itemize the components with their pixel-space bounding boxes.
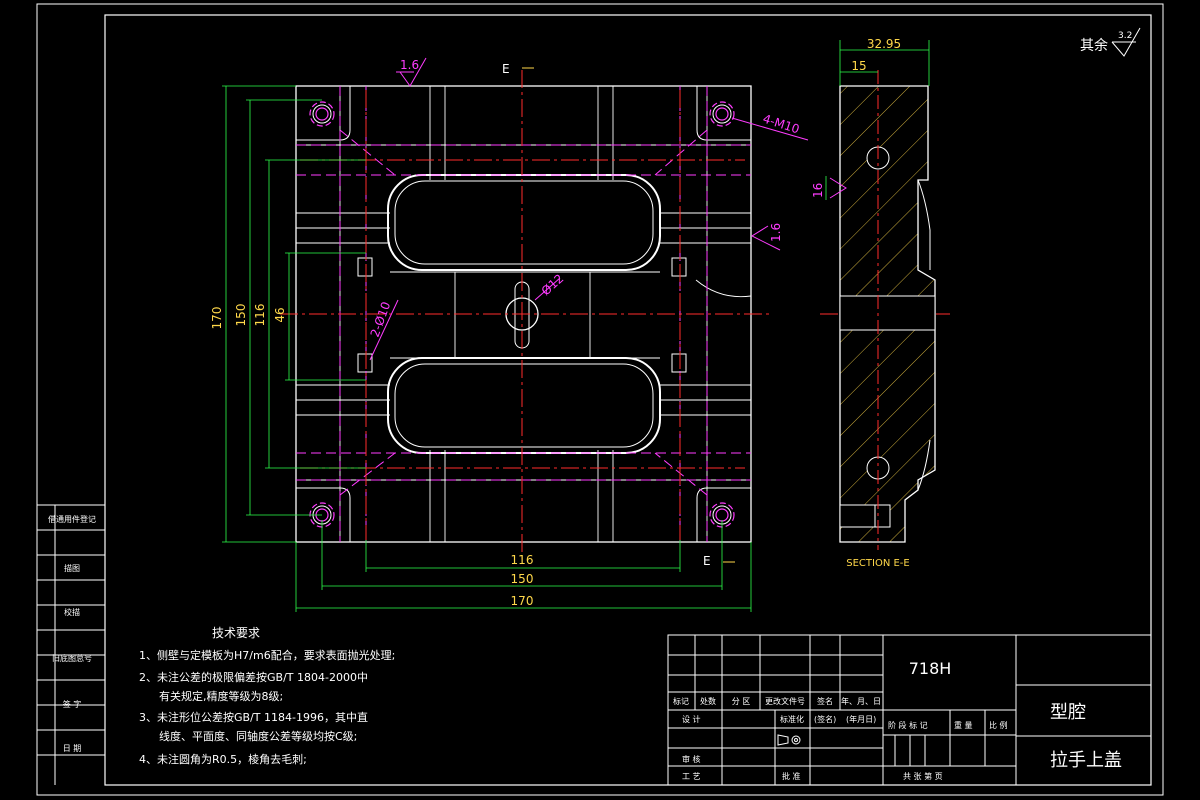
notes-heading: 技术要求 <box>212 626 260 640</box>
dim-width-170: 170 <box>511 594 534 608</box>
technical-notes: 技术要求 1、侧壁与定模板为H7/m6配合，要求表面抛光处理; 2、未注公差的极… <box>139 626 395 766</box>
section-marker-bottom: E <box>703 554 711 568</box>
review-label: 审 核 <box>682 754 701 764</box>
section-caption: SECTION E-E <box>846 558 909 569</box>
surface-finish-label: 其余 <box>1080 37 1108 54</box>
weight-label: 重 量 <box>954 720 973 730</box>
standardize-label: 标准化 <box>780 714 804 724</box>
finish-top-label: 1.6 <box>400 58 419 72</box>
strip-label-1: 描图 <box>64 563 80 573</box>
header-zone: 分 区 <box>732 697 751 706</box>
strip-label-4: 签 字 <box>63 699 82 709</box>
horizontal-dimensions: 116 150 170 <box>295 520 752 612</box>
design-label: 设 计 <box>682 714 701 724</box>
strip-label-3: 旧底图总号 <box>52 653 92 663</box>
title-block-text: 718H 型腔 拉手上盖 标记 处数 分 区 更改文件号 签名 年、月、日 设 … <box>673 659 1122 781</box>
note-line-3: 有关规定,精度等级为8级; <box>159 689 283 703</box>
header-signature: 签名 <box>817 696 833 706</box>
dim-height-116: 116 <box>253 304 267 327</box>
note-line-2: 2、未注公差的极限偏差按GB/T 1804-2000中 <box>139 670 368 684</box>
section-marker-top: E <box>502 62 510 76</box>
scale-label: 比 例 <box>989 720 1008 730</box>
dim-height-170: 170 <box>210 307 224 330</box>
approve-label: 批 准 <box>782 771 801 781</box>
surface-finish-note: 其余 3.2 <box>1080 27 1141 57</box>
note-line-1: 1、侧壁与定模板为H7/m6配合，要求表面抛光处理; <box>139 648 395 662</box>
header-count: 处数 <box>700 696 716 706</box>
dim-height-150: 150 <box>234 304 248 327</box>
cad-drawing-sheet: 借通用件登记 描图 校描 旧底图总号 签 字 日 期 其余 3.2 E E 17… <box>36 3 1164 796</box>
hole-center-label: Ø12 <box>539 271 567 298</box>
strip-label-2: 校描 <box>64 607 80 617</box>
note-line-6: 4、未注圆角为R0.5，棱角去毛刺; <box>139 752 307 766</box>
dim-side-width: 32.95 <box>867 37 901 51</box>
header-change-doc: 更改文件号 <box>765 696 805 706</box>
section-view: 32.95 15 16 SECTION E-E <box>811 37 936 569</box>
date-label: (年月日) <box>846 714 876 724</box>
left-strip: 借通用件登记 描图 校描 旧底图总号 签 字 日 期 <box>37 504 105 785</box>
dim-width-150: 150 <box>511 572 534 586</box>
inner-border <box>104 14 1152 786</box>
strip-label-0: 借通用件登记 <box>48 514 96 524</box>
hole-side-label: 2-Ø10 <box>368 300 394 339</box>
sign-label: (签名) <box>814 714 836 724</box>
annotations: 1.6 1.6 4-M10 2-Ø10 Ø12 <box>368 57 809 361</box>
note-line-4: 3、未注形位公差按GB/T 1184-1996，其中直 <box>139 710 368 724</box>
finish-right-label: 1.6 <box>769 223 783 242</box>
dim-side-inner: 15 <box>851 59 866 73</box>
dim-width-116: 116 <box>511 553 534 567</box>
part-name-bottom: 拉手上盖 <box>1050 750 1122 771</box>
material-label: 718H <box>909 659 952 678</box>
header-mark: 标记 <box>673 696 689 706</box>
header-date: 年、月、日 <box>841 696 881 706</box>
part-name-top: 型腔 <box>1050 702 1086 723</box>
note-line-5: 线度、平面度、同轴度公差等级均按C级; <box>159 729 357 743</box>
stage-mark-label: 阶 段 标 记 <box>888 720 928 730</box>
dim-side-hole: 16 <box>811 183 825 198</box>
surface-finish-value: 3.2 <box>1118 31 1132 41</box>
sheets-label: 共 张 第 页 <box>903 771 943 781</box>
dim-height-46: 46 <box>273 307 287 322</box>
process-label: 工 艺 <box>682 772 701 781</box>
strip-label-5: 日 期 <box>63 744 82 753</box>
